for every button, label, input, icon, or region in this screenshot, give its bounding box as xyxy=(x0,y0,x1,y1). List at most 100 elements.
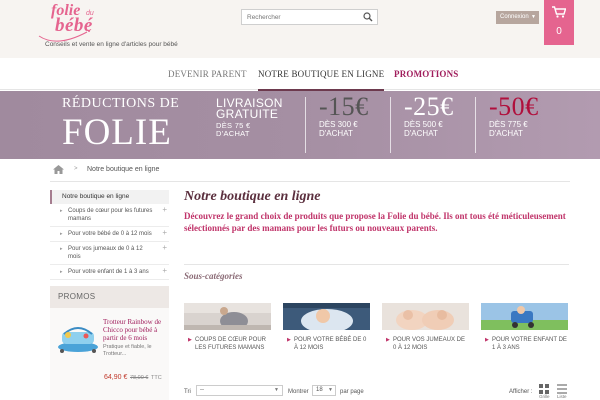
plus-icon[interactable]: + xyxy=(162,244,167,252)
promos-title: PROMOS xyxy=(50,286,169,308)
sidebar-item-label: Pour vos jumeaux de 0 à 12 mois xyxy=(68,246,143,260)
banner-divider xyxy=(475,97,476,153)
search-box[interactable] xyxy=(241,9,378,25)
plus-icon[interactable]: + xyxy=(162,229,167,237)
product-old-price: 78,00 € xyxy=(130,375,149,381)
photo-sleeping-baby xyxy=(283,303,370,330)
product-ttc: TTC xyxy=(151,375,162,381)
divider xyxy=(184,264,569,265)
product-description: Pratique et fiable, le Trotteur... xyxy=(103,344,152,357)
sort-label: Tri xyxy=(184,389,191,395)
subcategory-futures-mamans[interactable]: ▶ COUPS DE CŒUR POUR LES FUTURES MAMANS xyxy=(184,303,271,352)
banner-livraison: LIVRAISON GRATUITE DÈS 75 € D'ACHAT xyxy=(216,97,283,138)
offer-cond2: D'ACHAT xyxy=(319,129,353,138)
chevron-right-icon: ▸ xyxy=(60,231,63,237)
subcategory-enfant[interactable]: ▶ POUR VOTRE ENFANT DE 1 À 3 ANS xyxy=(481,303,568,352)
sort-select[interactable]: -- ▼ xyxy=(196,385,283,396)
product-image-walker[interactable] xyxy=(54,320,102,354)
product-price: 64,90 € xyxy=(104,374,128,381)
chevron-right-icon: ▸ xyxy=(60,269,63,275)
product-name[interactable]: Trotteur Rainbow de Chicco pour bébé à p… xyxy=(103,318,167,342)
category-sidebar: Notre boutique en ligne ▸ Coups de cœur … xyxy=(50,190,169,280)
chevron-right-icon: ▶ xyxy=(188,337,192,343)
sort-value: -- xyxy=(200,387,204,393)
cart-count: 0 xyxy=(556,26,562,37)
plus-icon[interactable]: + xyxy=(162,206,167,214)
banner-divider xyxy=(305,97,306,153)
subcategory-bebe[interactable]: ▶ POUR VOTRE BÉBÉ DE 0 À 12 MOIS xyxy=(283,303,370,352)
cart-button[interactable]: 0 xyxy=(544,0,574,45)
sidebar-item-futures-mamans[interactable]: ▸ Coups de cœur pour les futures mamans … xyxy=(50,204,169,227)
plus-icon[interactable]: + xyxy=(162,267,167,275)
photo-pregnant-woman xyxy=(184,303,271,330)
sidebar-title[interactable]: Notre boutique en ligne xyxy=(50,190,169,204)
list-view-button[interactable]: Liste xyxy=(557,384,567,399)
chevron-right-icon: ▶ xyxy=(287,337,291,343)
subcategory-label[interactable]: ▶ COUPS DE CŒUR POUR LES FUTURES MAMANS xyxy=(184,337,271,352)
grid-icon xyxy=(539,384,549,394)
photo-toddler xyxy=(481,303,568,330)
nav-boutique[interactable]: NOTRE BOUTIQUE EN LIGNE xyxy=(258,58,385,91)
home-icon[interactable] xyxy=(53,165,64,174)
subcategory-image[interactable] xyxy=(382,303,469,330)
chevron-down-icon: ▼ xyxy=(274,387,279,393)
show-label: Montrer xyxy=(288,389,309,395)
search-input[interactable] xyxy=(247,13,357,22)
connexion-button[interactable]: Connexion ▼ xyxy=(496,11,539,24)
offer-cond1: DÈS 500 € xyxy=(404,120,443,129)
per-page-label: par page xyxy=(340,389,364,395)
banner-livraison-cond2: D'ACHAT xyxy=(216,129,250,138)
nav-devenir-parent[interactable]: DEVENIR PARENT xyxy=(168,58,247,90)
chevron-right-icon: ▶ xyxy=(386,337,390,343)
sidebar-item-bebe[interactable]: ▸ Pour votre bébé de 0 à 12 mois + xyxy=(50,227,169,242)
tagline: Conseils et vente en ligne d'articles po… xyxy=(45,41,178,48)
subcategories-title: Sous-catégories xyxy=(184,271,243,281)
subcategory-label[interactable]: ▶ POUR VOS JUMEAUX DE 0 À 12 MOIS xyxy=(382,337,469,352)
chevron-down-icon: ▼ xyxy=(531,14,536,20)
chevron-right-icon: ▶ xyxy=(485,337,489,343)
sidebar-item-label: Pour votre bébé de 0 à 12 mois xyxy=(68,231,152,237)
subcategory-image[interactable] xyxy=(184,303,271,330)
sidebar-item-jumeaux[interactable]: ▸ Pour vos jumeaux de 0 à 12 mois + xyxy=(50,242,169,265)
logo-bebe: bébé xyxy=(55,15,93,36)
chevron-down-icon: ▼ xyxy=(328,387,333,393)
display-label: Afficher : xyxy=(509,389,533,395)
offer-amount: -25€ xyxy=(404,92,454,121)
banner-offer-15: -15€ DÈS 300 € D'ACHAT xyxy=(319,92,369,139)
offer-amount: -50€ xyxy=(489,92,539,121)
promos-block: PROMOS Trotteur Rainbow de Chicco pour b… xyxy=(50,286,169,400)
subcategory-image[interactable] xyxy=(481,303,568,330)
search-icon[interactable] xyxy=(363,12,373,22)
offer-cond2: D'ACHAT xyxy=(404,129,438,138)
breadcrumb-separator-icon: > xyxy=(74,166,78,172)
banner-line1: RÉDUCTIONS DE xyxy=(62,96,180,111)
product-toolbar: Tri -- ▼ Montrer 18 ▼ par page Afficher … xyxy=(184,384,574,399)
sidebar-item-enfant[interactable]: ▸ Pour votre enfant de 1 à 3 ans + xyxy=(50,265,169,280)
subcategory-label[interactable]: ▶ POUR VOTRE ENFANT DE 1 À 3 ANS xyxy=(481,337,568,352)
subcategory-label-text: POUR VOS JUMEAUX DE 0 À 12 MOIS xyxy=(393,337,466,351)
banner-gratuite: GRATUITE xyxy=(216,107,279,121)
sidebar-item-label: Coups de cœur pour les futures mamans xyxy=(68,208,153,222)
nav-promotions[interactable]: PROMOTIONS xyxy=(394,58,459,90)
banner-offer-50: -50€ DÈS 775 € D'ACHAT xyxy=(489,92,539,139)
site-logo[interactable]: folie du bébé xyxy=(38,2,135,42)
subcategory-label[interactable]: ▶ POUR VOTRE BÉBÉ DE 0 À 12 MOIS xyxy=(283,337,370,352)
subcategory-jumeaux[interactable]: ▶ POUR VOS JUMEAUX DE 0 À 12 MOIS xyxy=(382,303,469,352)
header: folie du bébé Conseils et vente en ligne… xyxy=(0,0,600,58)
main-nav: DEVENIR PARENT NOTRE BOUTIQUE EN LIGNE P… xyxy=(0,58,600,91)
page-description: Découvrez le grand choix de produits que… xyxy=(184,211,566,233)
list-label: Liste xyxy=(557,394,567,399)
chevron-right-icon: ▸ xyxy=(60,246,63,252)
subcategory-label-text: POUR VOTRE ENFANT DE 1 À 3 ANS xyxy=(492,337,567,351)
subcategory-image[interactable] xyxy=(283,303,370,330)
subcategory-label-text: COUPS DE CŒUR POUR LES FUTURES MAMANS xyxy=(195,337,267,351)
list-icon xyxy=(557,384,567,394)
offer-amount: -15€ xyxy=(319,92,369,121)
subcategory-label-text: POUR VOTRE BÉBÉ DE 0 À 12 MOIS xyxy=(294,337,367,351)
banner-offer-25: -25€ DÈS 500 € D'ACHAT xyxy=(404,92,454,139)
grid-view-button[interactable]: Grille xyxy=(539,384,550,399)
promo-banner[interactable]: RÉDUCTIONS DE FOLIE LIVRAISON GRATUITE D… xyxy=(0,91,600,159)
banner-divider xyxy=(390,97,391,153)
per-page-select[interactable]: 18 ▼ xyxy=(312,385,336,396)
banner-line2: FOLIE xyxy=(62,112,172,153)
